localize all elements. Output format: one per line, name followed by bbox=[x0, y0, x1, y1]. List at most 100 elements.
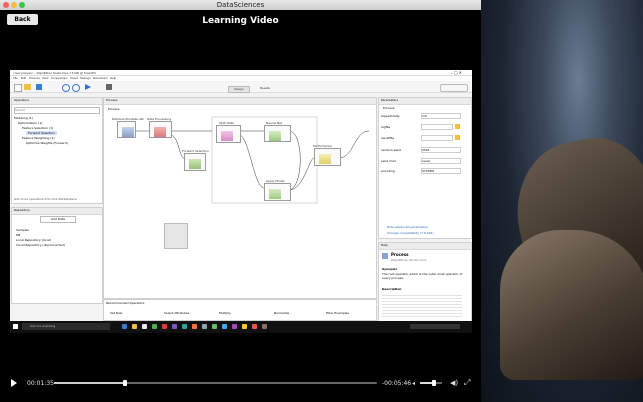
new-process-icon[interactable] bbox=[14, 84, 22, 92]
taskbar-app-icon[interactable] bbox=[132, 324, 137, 329]
process-icon bbox=[382, 253, 388, 259]
operator-apply-model[interactable] bbox=[264, 183, 291, 201]
add-data-button[interactable]: Add Data bbox=[40, 216, 76, 223]
process-panel: Process Process Retrieve Prostate dat Da… bbox=[103, 97, 377, 299]
screen: DataSciences Back Learning Video <new pr… bbox=[0, 0, 643, 402]
elapsed-time: 00:01:35 bbox=[27, 380, 54, 387]
redo-icon[interactable] bbox=[72, 84, 80, 92]
taskbar-app-icon[interactable] bbox=[232, 324, 237, 329]
change-compatibility-link[interactable]: Change compatibility (7.6.001) bbox=[387, 231, 434, 235]
operator-data-processing[interactable] bbox=[149, 121, 172, 138]
taskbar-app-icon[interactable] bbox=[192, 324, 197, 329]
open-icon[interactable] bbox=[24, 84, 31, 90]
menu-cloud[interactable]: Cloud bbox=[70, 76, 78, 80]
tree-item[interactable]: Optimization (1) bbox=[18, 121, 42, 125]
run-icon[interactable] bbox=[85, 84, 91, 90]
connection-line bbox=[288, 157, 315, 191]
taskbar-app-icon[interactable] bbox=[202, 324, 207, 329]
menu-settings[interactable]: Settings bbox=[80, 76, 91, 80]
taskbar-app-icon[interactable] bbox=[222, 324, 227, 329]
operator-label: Retrieve Prostate dat bbox=[112, 117, 144, 121]
repo-item[interactable]: Local Repository (local) bbox=[16, 238, 51, 242]
param-input[interactable]: 2001 bbox=[421, 147, 461, 153]
param-select[interactable]: init bbox=[421, 113, 461, 119]
volume-slider[interactable] bbox=[420, 380, 442, 386]
operator-performance[interactable] bbox=[314, 148, 341, 166]
taskbar-app-icon[interactable] bbox=[262, 324, 267, 329]
fullscreen-icon[interactable]: ⤢ bbox=[464, 378, 470, 388]
taskbar-app-icon[interactable] bbox=[162, 324, 167, 329]
param-label: encoding bbox=[381, 169, 395, 173]
video-frame[interactable]: <new process> – RapidMiner Studio Free 7… bbox=[10, 70, 472, 333]
recommended-item[interactable]: Select Attributes bbox=[164, 311, 189, 315]
description-title: Description bbox=[382, 287, 402, 291]
operator-forward-selection[interactable] bbox=[184, 153, 206, 171]
tab-results[interactable]: Results bbox=[255, 86, 275, 91]
param-label: send mail bbox=[381, 159, 396, 163]
recommended-item[interactable]: Filter Examples bbox=[326, 311, 349, 315]
menu-extensions[interactable]: Extensions bbox=[93, 76, 108, 80]
tree-item-selected[interactable]: Forward Selection bbox=[26, 131, 57, 135]
operator-split-data[interactable] bbox=[216, 125, 241, 143]
menu-file[interactable]: File bbox=[13, 76, 18, 80]
taskbar-app-icon[interactable] bbox=[242, 324, 247, 329]
page-title: Learning Video bbox=[202, 16, 279, 26]
tab-design[interactable]: Design bbox=[228, 86, 250, 93]
param-select[interactable]: SYSTEM bbox=[421, 168, 461, 174]
repo-item[interactable]: Cloud Repository (disconnected) bbox=[16, 243, 65, 247]
folder-icon[interactable] bbox=[455, 124, 460, 129]
tree-item[interactable]: Feature Weighting (1) bbox=[22, 136, 55, 140]
connection-line bbox=[238, 134, 265, 189]
volume-low-icon[interactable]: ◂ bbox=[412, 380, 415, 387]
operator-label: Split Data bbox=[219, 121, 234, 125]
param-input[interactable] bbox=[421, 135, 453, 141]
repo-item[interactable]: DB bbox=[16, 233, 20, 237]
operator-search-input[interactable]: Search bbox=[14, 107, 100, 114]
split-icon bbox=[221, 131, 233, 141]
windows-start-icon[interactable] bbox=[13, 324, 18, 329]
undo-icon[interactable] bbox=[62, 84, 70, 92]
menu-edit[interactable]: Edit bbox=[21, 76, 26, 80]
marketplace-link[interactable]: Get more operators from the Marketplace bbox=[14, 197, 77, 201]
recommended-item[interactable]: Set Role bbox=[110, 311, 122, 315]
parameters-panel: Parameters Process logverbosity init log… bbox=[378, 97, 472, 239]
save-icon[interactable] bbox=[36, 84, 42, 90]
menu-process[interactable]: Process bbox=[29, 76, 40, 80]
param-input[interactable] bbox=[421, 124, 453, 130]
taskbar-app-icon[interactable] bbox=[152, 324, 157, 329]
recommended-header: Recommended Operators bbox=[106, 301, 145, 305]
menu-connections[interactable]: Connections bbox=[51, 76, 68, 80]
seek-bar[interactable] bbox=[54, 380, 377, 386]
menu-view[interactable]: View bbox=[42, 76, 48, 80]
taskbar-app-icon[interactable] bbox=[182, 324, 187, 329]
account-button[interactable] bbox=[440, 84, 468, 92]
connection-line bbox=[338, 130, 370, 159]
stop-icon[interactable] bbox=[106, 84, 112, 90]
param-select[interactable]: never bbox=[421, 158, 461, 164]
play-icon[interactable] bbox=[11, 379, 17, 387]
tree-item[interactable]: Optimize Weights (Forward) bbox=[26, 141, 68, 145]
hide-advanced-link[interactable]: Hide advanced parameters bbox=[387, 225, 428, 229]
disabled-operator[interactable] bbox=[164, 223, 188, 249]
seek-handle[interactable] bbox=[123, 380, 128, 386]
taskbar-app-icon[interactable] bbox=[122, 324, 127, 329]
operator-retrieve[interactable] bbox=[117, 121, 136, 138]
operator-neural-net[interactable] bbox=[264, 125, 291, 142]
taskbar-app-icon[interactable] bbox=[212, 324, 217, 329]
tree-item[interactable]: Feature Selection (1) bbox=[22, 126, 53, 130]
volume-handle[interactable] bbox=[431, 380, 436, 386]
rm-window-controls[interactable]: – ▢ ✕ bbox=[450, 70, 462, 75]
recommended-item[interactable]: Multiply bbox=[219, 311, 231, 315]
repo-item[interactable]: Samples bbox=[16, 228, 29, 232]
tree-item[interactable]: Modeling (1) bbox=[14, 116, 33, 120]
system-tray[interactable] bbox=[410, 324, 460, 329]
help-subtitle: RapidMiner Studio Core bbox=[391, 258, 427, 262]
taskbar-app-icon[interactable] bbox=[252, 324, 257, 329]
recommended-item[interactable]: Normalize bbox=[274, 311, 289, 315]
folder-icon[interactable] bbox=[455, 135, 460, 140]
taskbar-app-icon[interactable] bbox=[142, 324, 147, 329]
volume-high-icon[interactable]: ◀) bbox=[450, 379, 458, 387]
taskbar-search-input[interactable]: Ask me anything bbox=[22, 323, 110, 330]
taskbar-app-icon[interactable] bbox=[172, 324, 177, 329]
menu-help[interactable]: Help bbox=[110, 76, 116, 80]
